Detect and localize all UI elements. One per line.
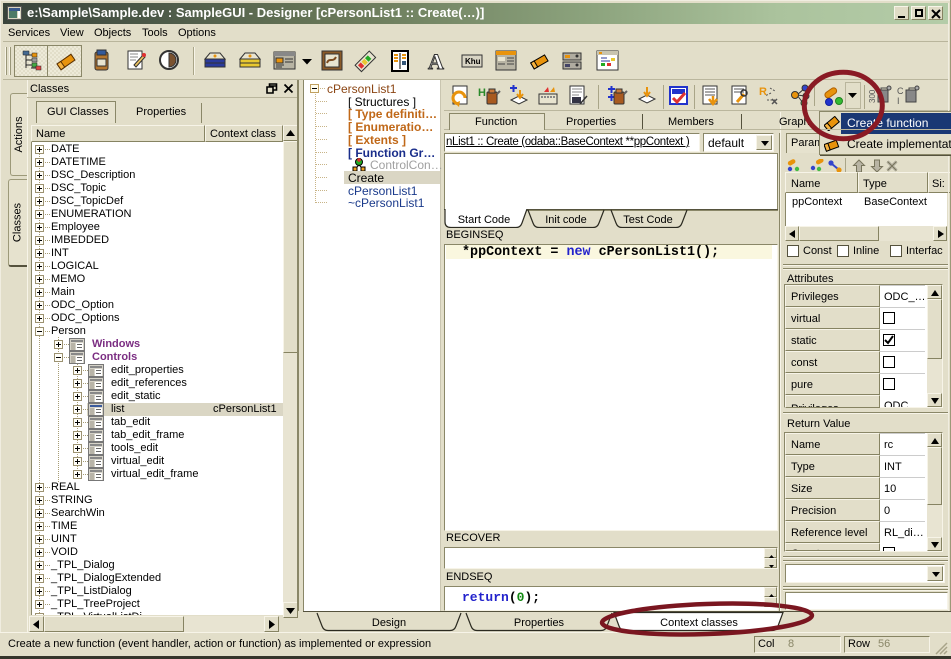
svg-text:I: I <box>897 96 900 106</box>
svg-text:R: R <box>759 86 767 98</box>
svg-text:C: C <box>897 86 904 96</box>
svg-text:A: A <box>428 49 444 73</box>
svg-text:Init code: Init code <box>545 214 587 226</box>
svg-text:300: 300 <box>868 89 877 103</box>
svg-text:Design: Design <box>372 617 406 629</box>
svg-text:Start Code: Start Code <box>458 214 511 226</box>
svg-text:Context classes: Context classes <box>660 617 738 629</box>
svg-text:Properties: Properties <box>514 617 565 629</box>
svg-text:Test Code: Test Code <box>623 214 673 226</box>
svg-text:H: H <box>478 87 486 99</box>
svg-text:Khu: Khu <box>465 57 481 66</box>
